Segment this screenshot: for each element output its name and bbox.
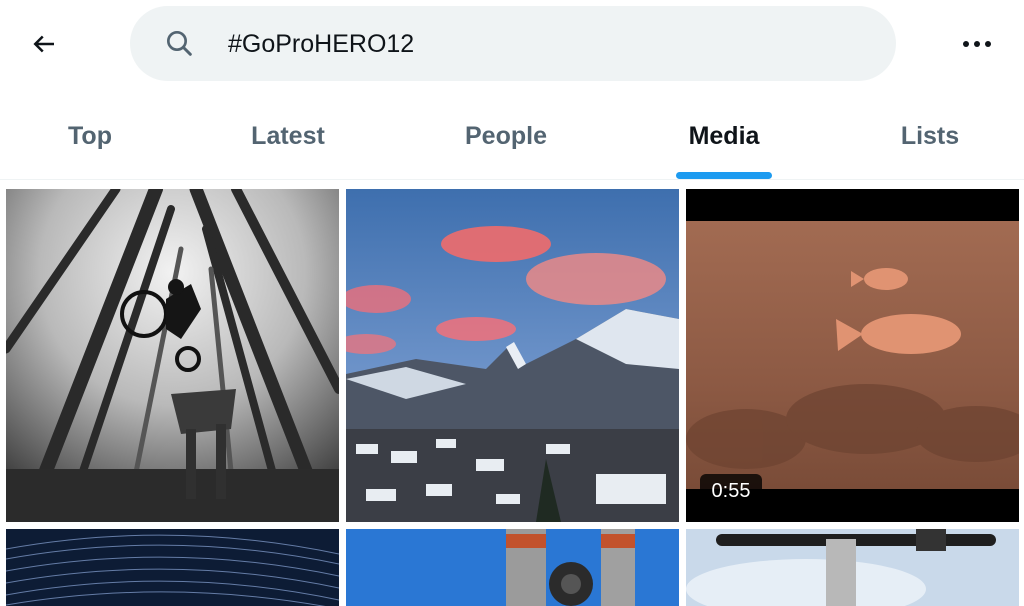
tab-top[interactable]: Top: [40, 92, 140, 180]
tab-media[interactable]: Media: [664, 92, 784, 180]
photo-biker-forest: [6, 189, 339, 522]
media-tile-biker-forest[interactable]: [6, 189, 339, 522]
search-input[interactable]: [228, 24, 828, 64]
more-button[interactable]: [954, 24, 1000, 64]
arrow-left-icon: [33, 35, 54, 53]
media-tile-bike-fork[interactable]: [346, 529, 679, 606]
photo-mountain-village: [346, 189, 679, 522]
photo-handlebars: [686, 529, 1019, 606]
tab-people[interactable]: People: [446, 92, 566, 180]
more-horizontal-icon: [963, 41, 991, 47]
video-duration-badge: 0:55: [700, 474, 762, 508]
media-tile-mountain-village[interactable]: [346, 189, 679, 522]
active-tab-indicator: [676, 172, 772, 179]
tab-latest[interactable]: Latest: [228, 92, 348, 180]
photo-star-trails: [6, 529, 339, 606]
video-fish-underwater: [686, 189, 1019, 522]
media-tile-handlebars[interactable]: [686, 529, 1019, 606]
tab-lists[interactable]: Lists: [880, 92, 980, 180]
search-icon: [167, 31, 192, 56]
photo-bike-fork: [346, 529, 679, 606]
tab-bar: Top Latest People Media Lists: [0, 92, 1024, 180]
media-tile-fish-video[interactable]: [686, 189, 1019, 522]
media-tile-star-trails[interactable]: [6, 529, 339, 606]
back-button[interactable]: [20, 22, 68, 66]
top-bar: [0, 0, 1024, 90]
